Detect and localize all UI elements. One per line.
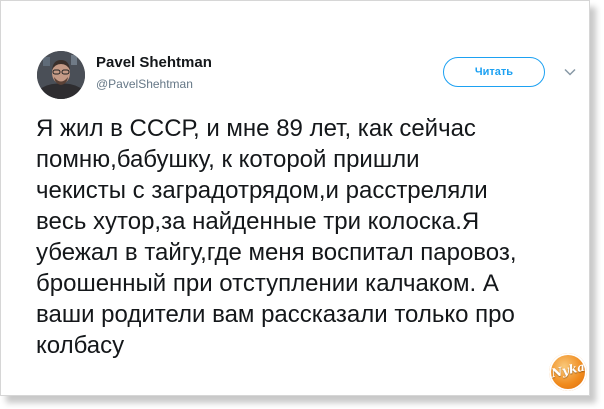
tweet-text: Я жил в СССР, и мне 89 лет, как сейчас п… — [36, 113, 576, 361]
screenshot-frame: Pavel Shehtman @PavelShehtman Читать Я ж… — [0, 0, 590, 396]
tweet-text-line: колбасу — [36, 332, 125, 359]
tweet-text-line: ваши родители вам рассказали только про — [36, 301, 515, 328]
author-name[interactable]: Pavel Shehtman — [96, 54, 212, 71]
tweet-text-line: весь хутор,за найденные три колоска.Я — [36, 208, 480, 235]
tweet-text-line: помню,бабушку, к которой пришли — [36, 146, 420, 173]
brand-logo-badge: Nyka — [549, 353, 587, 391]
tweet-text-line: убежал в тайгу,где меня воспитал паровоз… — [36, 239, 517, 266]
tweet-text-line: чекисты с заградотрядом,и расстреляли — [36, 177, 488, 204]
avatar[interactable] — [37, 51, 85, 99]
avatar-photo-icon — [37, 51, 85, 99]
chevron-down-icon[interactable] — [564, 68, 576, 76]
author-handle[interactable]: @PavelShehtman — [96, 77, 193, 91]
tweet-text-line: Я жил в СССР, и мне 89 лет, как сейчас — [36, 115, 476, 142]
brand-logo-text: Nyka — [549, 359, 587, 381]
follow-button[interactable]: Читать — [443, 57, 545, 87]
tweet-text-line: брошенный при отступлении калчаком. А — [36, 270, 499, 297]
tweet-card: Pavel Shehtman @PavelShehtman Читать Я ж… — [1, 1, 589, 395]
